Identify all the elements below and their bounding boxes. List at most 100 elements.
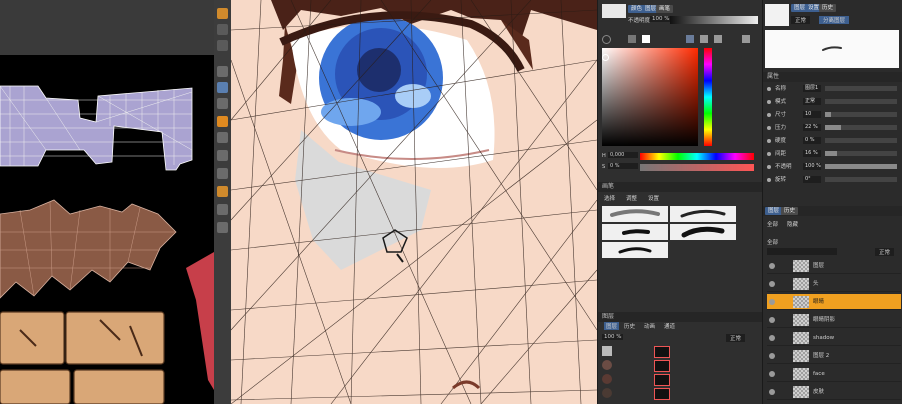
prop-row[interactable]: 尺寸 10 [767,110,899,120]
prop-value-field[interactable]: 22 % [803,124,821,131]
prop-slider[interactable] [825,125,897,130]
prop-toggle-icon[interactable] [767,87,771,91]
paint-viewport[interactable] [231,0,597,404]
brush-tab-select[interactable]: 选择 [604,194,615,202]
eye-icon[interactable] [769,299,775,305]
prop-slider[interactable] [825,112,897,117]
layer-row-3[interactable] [602,374,612,384]
select-tool-icon[interactable] [217,24,228,35]
prop-row[interactable]: 不透明 100 % [767,162,899,172]
paint-tool-icon[interactable] [217,82,228,93]
picker-tool-icon[interactable] [217,222,228,233]
uv-editor-panel[interactable] [0,0,214,404]
color-wheel-icon[interactable] [602,35,611,44]
right-layers-tab[interactable]: 图层 [765,207,783,215]
layer-item[interactable]: 眼睛 [767,294,901,310]
layer-row-4[interactable] [602,388,612,398]
face-mesh-render[interactable] [231,0,597,404]
layer-item[interactable]: 眼睛阴影 [767,312,901,328]
prop-value-field[interactable]: 0 % [803,137,821,144]
prop-toggle-icon[interactable] [767,113,771,117]
top-mode-select[interactable]: 正常 [791,16,811,24]
move-tool-icon[interactable] [217,8,228,19]
prop-toggle-icon[interactable] [767,100,771,104]
prop-value-field[interactable]: 16 % [803,150,821,157]
brush-preset-3[interactable] [602,224,668,240]
layer-item[interactable]: 图层 [767,258,901,274]
layers-mode-select[interactable]: 正常 [726,334,746,342]
hsv-icon[interactable] [700,35,708,43]
layer-item[interactable]: shadow [767,330,901,346]
brush-tool-icon[interactable] [217,66,228,77]
eye-icon[interactable] [769,335,775,341]
prop-toggle-icon[interactable] [767,165,771,169]
prop-value-field[interactable]: 0° [803,176,821,183]
clone-tool-icon[interactable] [217,150,228,161]
eye-icon[interactable] [769,317,775,323]
layers-tab-history[interactable]: 历史 [624,322,635,330]
brush-tab[interactable]: 画笔 [656,5,674,13]
brush-preset-1[interactable] [602,206,668,222]
brush-preset-5[interactable] [602,242,668,258]
right-history-tab[interactable]: 历史 [781,207,799,215]
saturation-bar[interactable] [640,164,754,171]
hue-slider[interactable] [704,48,712,146]
layer-item[interactable]: 头 [767,276,901,292]
hue-value-field[interactable]: 0,000 [608,152,638,158]
gradient-tool-icon[interactable] [217,186,228,197]
rgb-icon[interactable] [686,35,694,43]
layers-tab-layers[interactable]: 图层 [604,322,620,330]
layer-filter-field[interactable] [767,248,837,255]
smudge-tool-icon[interactable] [217,132,228,143]
prop-toggle-icon[interactable] [767,178,771,182]
prop-slider[interactable] [825,138,897,143]
eye-icon[interactable] [769,263,775,269]
eyedropper-icon[interactable] [742,35,750,43]
prop-toggle-icon[interactable] [767,126,771,130]
prop-row[interactable]: 间距 16 % [767,149,899,159]
fill-tool-icon[interactable] [217,116,228,127]
prop-slider[interactable] [825,177,897,182]
brush-tab-adjust[interactable]: 调整 [626,194,637,202]
picker-handle[interactable] [602,54,609,61]
prop-row[interactable]: 压力 22 % [767,123,899,133]
prop-slider[interactable] [825,164,897,169]
layer-item[interactable]: face [767,366,901,382]
brush-preset-4[interactable] [670,224,736,240]
brush-tab-settings[interactable]: 设置 [648,194,659,202]
mixer-icon[interactable] [642,35,650,43]
text-tool-icon[interactable] [217,204,228,215]
layer-item[interactable]: 皮肤 [767,384,901,400]
layer-row-1[interactable] [602,346,612,356]
eye-icon[interactable] [769,353,775,359]
layers-opacity-field[interactable]: 100 % [602,334,624,340]
prop-value-field[interactable]: 图层1 [803,85,821,92]
prop-value-field[interactable]: 100 % [803,163,821,170]
sat-value-field[interactable]: 0 % [608,163,638,169]
swatch-icon[interactable] [628,35,636,43]
prop-value-field[interactable]: 10 [803,111,821,118]
foreground-color-swatch[interactable] [602,4,626,18]
prop-value-field[interactable]: 正常 [803,98,821,105]
eye-icon[interactable] [769,371,775,377]
layer-item[interactable]: 图层 2 [767,348,901,364]
layers-tab-channels[interactable]: 通道 [664,322,675,330]
uv-map-canvas[interactable] [0,0,214,404]
prop-row[interactable]: 模式 正常 [767,97,899,107]
eye-icon[interactable] [769,389,775,395]
prop-row[interactable]: 名称 图层1 [767,84,899,94]
brush-preset-2[interactable] [670,206,736,222]
layers-sub-hidden[interactable]: 隐藏 [787,220,798,228]
prop-toggle-icon[interactable] [767,152,771,156]
layer-row-2[interactable] [602,360,612,370]
saturation-value-picker[interactable] [602,48,698,146]
prop-slider[interactable] [825,86,897,91]
right-layers-mode[interactable]: 正常 [875,248,895,256]
prop-row[interactable]: 硬度 0 % [767,136,899,146]
hex-icon[interactable] [714,35,722,43]
layers-sub-all[interactable]: 全部 [767,220,778,228]
projection-tool-icon[interactable] [217,168,228,179]
prop-row[interactable]: 旋转 0° [767,175,899,185]
opacity-slider[interactable] [670,16,758,24]
eye-icon[interactable] [769,281,775,287]
